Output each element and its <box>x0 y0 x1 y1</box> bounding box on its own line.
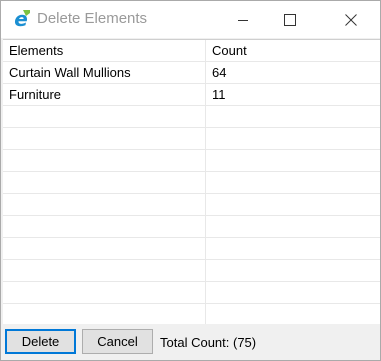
empty-row <box>3 106 380 128</box>
empty-row <box>3 216 380 238</box>
delete-button[interactable]: Delete <box>5 329 76 354</box>
empty-row <box>3 150 380 172</box>
empty-cell <box>3 128 205 149</box>
table-header: Elements Count <box>3 40 380 62</box>
total-count-label: Total Count: (75) <box>160 335 256 350</box>
empty-cell <box>205 260 380 281</box>
empty-cell <box>3 106 205 127</box>
dialog-footer: Delete Cancel Total Count: (75) <box>1 324 380 360</box>
empty-row <box>3 304 380 325</box>
empty-cell <box>3 260 205 281</box>
e-logo-icon: e <box>10 7 32 31</box>
column-header-count[interactable]: Count <box>205 40 380 61</box>
empty-cell <box>3 194 205 215</box>
window-title: Delete Elements <box>37 10 148 27</box>
minimize-button[interactable] <box>220 1 266 38</box>
empty-cell <box>205 172 380 193</box>
empty-row <box>3 194 380 216</box>
empty-cell <box>3 304 205 325</box>
element-name-cell: Furniture <box>9 87 62 102</box>
empty-cell <box>205 128 380 149</box>
maximize-button[interactable] <box>267 1 313 38</box>
delete-elements-window: e Delete Elements Elements Count Curtain… <box>0 0 381 361</box>
close-icon <box>345 13 357 26</box>
empty-cell <box>3 282 205 303</box>
empty-cell <box>3 238 205 259</box>
element-count-cell: 11 <box>205 84 380 105</box>
empty-row <box>3 172 380 194</box>
empty-cell <box>205 150 380 171</box>
empty-cell <box>205 304 380 325</box>
cancel-button[interactable]: Cancel <box>82 329 153 354</box>
close-button[interactable] <box>328 1 374 38</box>
empty-cell <box>205 216 380 237</box>
empty-row <box>3 282 380 304</box>
maximize-icon <box>284 13 296 26</box>
total-count-prefix: Total Count: <box>160 335 230 350</box>
empty-cell <box>3 216 205 237</box>
empty-cell <box>205 106 380 127</box>
empty-cell <box>205 194 380 215</box>
empty-row <box>3 238 380 260</box>
empty-row <box>3 260 380 282</box>
element-name-cell: Curtain Wall Mullions <box>9 65 131 80</box>
title-bar: e Delete Elements <box>1 1 380 38</box>
minimize-icon <box>237 14 249 26</box>
element-count-cell: 64 <box>205 62 380 83</box>
table-row[interactable]: Furniture 11 <box>3 84 380 106</box>
empty-cell <box>205 238 380 259</box>
column-header-elements[interactable]: Elements <box>3 40 205 61</box>
empty-row <box>3 128 380 150</box>
total-count-value: (75) <box>233 335 257 350</box>
empty-cell <box>3 172 205 193</box>
empty-cell <box>205 282 380 303</box>
empty-cell <box>3 150 205 171</box>
table-row[interactable]: Curtain Wall Mullions 64 <box>3 62 380 84</box>
elements-table[interactable]: Elements Count Curtain Wall Mullions 64 … <box>3 39 380 325</box>
